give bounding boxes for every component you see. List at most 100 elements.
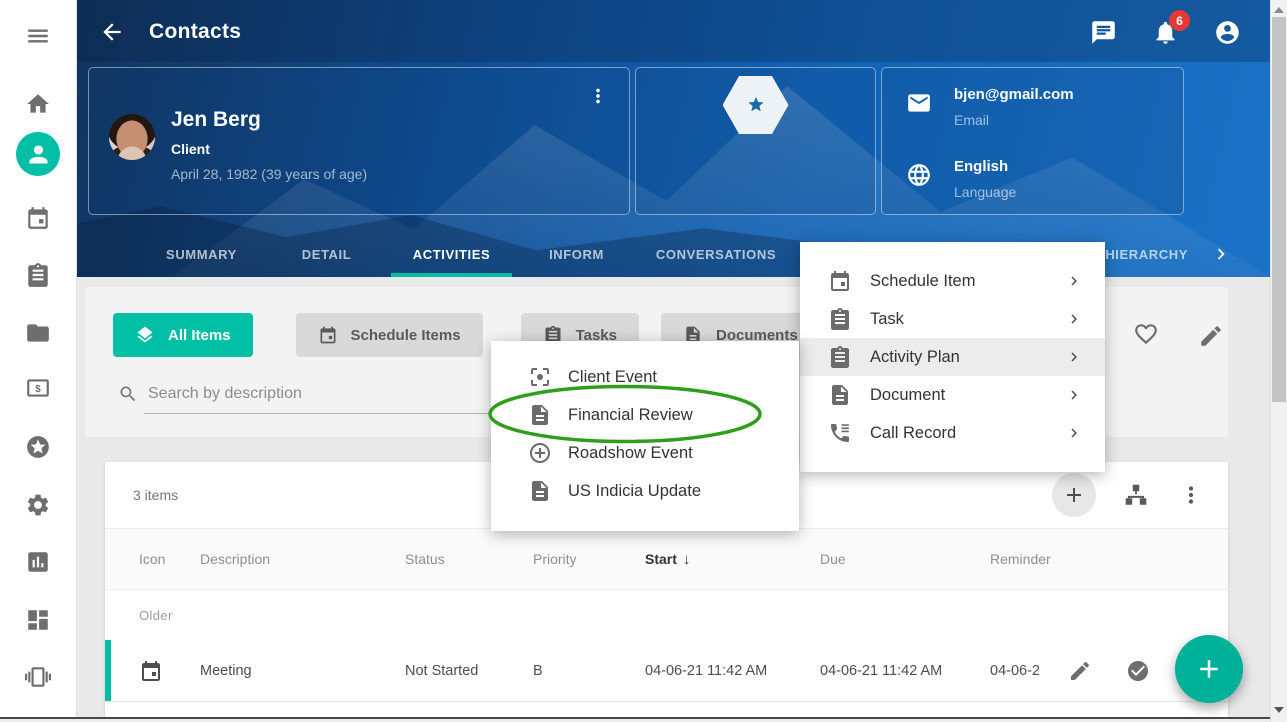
table-column-headers: Icon Description Status Priority Start ↓…: [105, 528, 1228, 590]
chevron-right-icon[interactable]: [1210, 243, 1232, 265]
row-complete-check-icon[interactable]: [1126, 659, 1150, 683]
card-kebab-icon[interactable]: [587, 84, 611, 108]
tab-inform[interactable]: INFORM: [514, 231, 639, 277]
badge-card: [635, 67, 876, 215]
submenu-item-roadshow-event[interactable]: Roadshow Event: [491, 434, 799, 472]
scroll-up-arrow[interactable]: [1274, 7, 1284, 13]
menu-item-task[interactable]: Task: [800, 300, 1105, 338]
row-edit-pencil-icon[interactable]: [1068, 659, 1092, 683]
home-icon[interactable]: [0, 82, 76, 126]
vibration-phone-icon[interactable]: [0, 655, 76, 699]
menu-item-call-record[interactable]: Call Record: [800, 414, 1105, 452]
submenu-item-client-event[interactable]: Client Event: [491, 358, 799, 396]
submenu-item-us-indicia-update[interactable]: US Indicia Update: [491, 472, 799, 510]
document-icon: [828, 383, 852, 407]
sort-desc-icon: ↓: [683, 551, 691, 568]
row-description: Meeting: [200, 663, 405, 679]
back-arrow-icon[interactable]: [99, 18, 127, 46]
row-priority: B: [533, 663, 645, 679]
profile-card: Jen Berg Client April 28, 1982 (39 years…: [88, 67, 630, 215]
tab-conversations[interactable]: CONVERSATIONS: [639, 231, 793, 277]
table-row[interactable]: Meeting Not Started B 04-06-21 11:42 AM …: [105, 640, 1228, 702]
menu-item-document[interactable]: Document: [800, 376, 1105, 414]
col-icon[interactable]: Icon: [139, 551, 200, 567]
clipboard-icon[interactable]: [0, 253, 76, 297]
chevron-right-icon: [1065, 272, 1083, 290]
appbar: Contacts 6: [77, 0, 1270, 64]
contact-birthdate: April 28, 1982 (39 years of age): [171, 166, 367, 182]
sidebar-item-contacts[interactable]: [0, 132, 76, 176]
col-priority[interactable]: Priority: [533, 551, 645, 567]
submenu-item-financial-review[interactable]: Financial Review: [491, 396, 799, 434]
bell-icon[interactable]: 6: [1152, 18, 1180, 46]
clipboard-icon: [828, 345, 852, 369]
language-row: English Language: [906, 158, 1016, 200]
notification-badge: 6: [1169, 10, 1190, 31]
account-circle-icon[interactable]: [1214, 18, 1242, 46]
mail-icon: [906, 90, 932, 116]
menu-item-schedule-item[interactable]: Schedule Item: [800, 262, 1105, 300]
add-item-icon[interactable]: [1052, 473, 1096, 517]
dashboard-icon[interactable]: [0, 598, 76, 642]
billing-dollar-icon[interactable]: $: [0, 366, 76, 410]
calendar-icon: [828, 269, 852, 293]
document-icon: [528, 403, 552, 427]
add-fab-button[interactable]: [1175, 635, 1243, 703]
chevron-right-icon: [1065, 310, 1083, 328]
language-label: Language: [954, 184, 1016, 200]
chat-icon[interactable]: [1090, 18, 1118, 46]
tab-detail[interactable]: DETAIL: [264, 231, 389, 277]
document-icon: [528, 479, 552, 503]
col-description[interactable]: Description: [200, 551, 405, 567]
calendar-icon[interactable]: [0, 196, 76, 240]
layers-icon: [135, 325, 155, 345]
heart-icon[interactable]: [1133, 320, 1161, 348]
star-circle-icon[interactable]: [0, 425, 76, 469]
folder-icon[interactable]: [0, 311, 76, 355]
tab-activities[interactable]: ACTIVITIES: [389, 231, 514, 277]
contacts-person-icon: [16, 132, 60, 176]
menu-icon[interactable]: [0, 14, 76, 58]
scrollbar[interactable]: [1270, 0, 1287, 722]
sidebar: $: [0, 0, 77, 722]
col-status[interactable]: Status: [405, 551, 533, 567]
row-accent-stripe: [105, 640, 111, 701]
avatar: [109, 114, 155, 160]
table-toolbar-actions: [1052, 473, 1206, 517]
tab-hierarchy[interactable]: HIERARCHY: [1099, 231, 1194, 277]
phone-list-icon: [828, 421, 852, 445]
table-kebab-icon[interactable]: [1178, 481, 1206, 509]
settings-gear-icon[interactable]: [0, 483, 76, 527]
col-reminder[interactable]: Reminder: [990, 551, 1068, 567]
globe-icon: [906, 162, 932, 188]
chevron-right-icon: [1065, 348, 1083, 366]
page-title: Contacts: [149, 20, 241, 44]
col-due[interactable]: Due: [820, 551, 990, 567]
col-start[interactable]: Start ↓: [645, 551, 820, 568]
hierarchy-tree-icon[interactable]: [1123, 481, 1151, 509]
chevron-right-icon: [1065, 424, 1083, 442]
activity-plan-submenu: Client Event Financial Review Roadshow E…: [491, 341, 799, 531]
row-start: 04-06-21 11:42 AM: [645, 663, 820, 679]
row-status: Not Started: [405, 663, 533, 679]
search-icon: [118, 384, 138, 404]
tab-summary[interactable]: SUMMARY: [139, 231, 264, 277]
profile-identity: Jen Berg Client April 28, 1982 (39 years…: [171, 108, 367, 182]
menu-item-activity-plan[interactable]: Activity Plan: [800, 338, 1105, 376]
filter-all-items-button[interactable]: All Items: [113, 313, 253, 357]
center-focus-icon: [528, 365, 552, 389]
pencil-icon[interactable]: [1198, 322, 1226, 350]
bar-chart-icon[interactable]: [0, 540, 76, 584]
clipboard-icon: [828, 307, 852, 331]
group-label: Older: [105, 590, 1228, 640]
chevron-right-icon: [1065, 386, 1083, 404]
filter-schedule-items-button[interactable]: Schedule Items: [296, 313, 483, 357]
scrollbar-thumb[interactable]: [1272, 17, 1286, 402]
plus-icon: [1194, 654, 1224, 684]
email-value: bjen@gmail.com: [954, 86, 1074, 103]
window-bottom-edge: [0, 717, 1270, 722]
scroll-down-arrow[interactable]: [1274, 707, 1284, 713]
contact-name: Jen Berg: [171, 108, 367, 132]
contact-info-card: bjen@gmail.com Email English Language: [881, 67, 1184, 215]
row-due: 04-06-21 11:42 AM: [820, 663, 990, 679]
